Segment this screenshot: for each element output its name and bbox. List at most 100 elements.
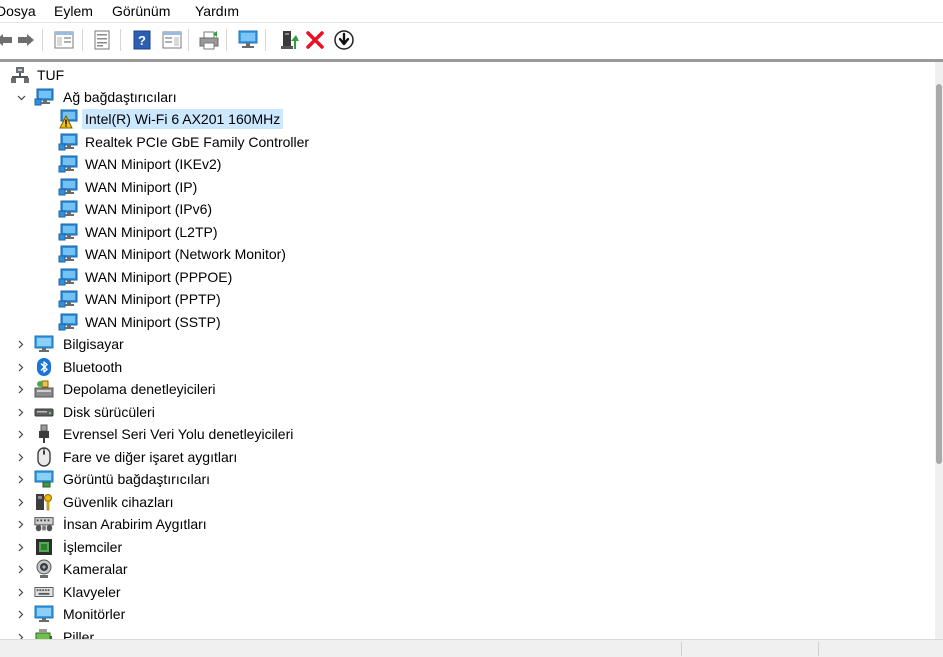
network-adapter-icon	[34, 87, 54, 107]
chevron-right-icon[interactable]	[16, 632, 26, 639]
category-network-adapters[interactable]: Ağ bağdaştırıcıları	[34, 86, 180, 108]
chevron-right-icon[interactable]	[16, 587, 26, 597]
device-wan-network-monitor[interactable]: WAN Miniport (Network Monitor)	[58, 243, 289, 265]
chevron-right-icon[interactable]	[16, 497, 26, 507]
category-label: Ağ bağdaştırıcıları	[63, 89, 177, 105]
uninstall-device-icon[interactable]	[303, 28, 327, 52]
category-usb-controllers[interactable]: Evrensel Seri Veri Yolu denetleyicileri	[34, 423, 296, 445]
hid-devices-icon	[34, 514, 54, 534]
category-storage-controllers[interactable]: Depolama denetleyicileri	[34, 378, 219, 400]
category-label: İşlemciler	[63, 539, 123, 555]
tree-root-tuf[interactable]: TUF	[10, 64, 67, 86]
webcam-icon	[34, 559, 54, 579]
chevron-right-icon[interactable]	[16, 452, 26, 462]
category-bluetooth[interactable]: Bluetooth	[34, 356, 125, 378]
vertical-scrollbar[interactable]	[935, 62, 943, 639]
chevron-right-icon[interactable]	[16, 609, 26, 619]
category-cameras[interactable]: Kameralar	[34, 558, 131, 580]
scan-hardware-icon[interactable]	[236, 28, 260, 52]
chevron-right-icon[interactable]	[16, 339, 26, 349]
category-keyboards[interactable]: Klavyeler	[34, 581, 124, 603]
action-pane-icon[interactable]	[160, 28, 184, 52]
print-icon[interactable]	[197, 28, 221, 52]
processor-chip-icon	[34, 537, 54, 557]
menu-action[interactable]: Eylem	[54, 1, 93, 21]
toolbar: ?	[0, 22, 943, 60]
category-label: Güvenlik cihazları	[63, 494, 174, 510]
chevron-right-icon[interactable]	[16, 564, 26, 574]
help-icon[interactable]: ?	[130, 28, 154, 52]
menu-file[interactable]: Dosya	[0, 1, 36, 21]
menu-bar: Dosya Eylem Görünüm Yardım	[0, 0, 943, 22]
category-label: Evrensel Seri Veri Yolu denetleyicileri	[63, 426, 294, 442]
category-label: Piller	[63, 629, 95, 639]
chevron-right-icon[interactable]	[16, 429, 26, 439]
network-adapter-icon	[58, 132, 78, 152]
category-monitors[interactable]: Monitörler	[34, 603, 128, 625]
chevron-down-icon[interactable]	[16, 93, 26, 103]
device-wan-pppoe[interactable]: WAN Miniport (PPPOE)	[58, 266, 235, 288]
category-batteries[interactable]: Piller	[34, 626, 97, 639]
category-processors[interactable]: İşlemciler	[34, 536, 125, 558]
network-adapter-icon	[58, 267, 78, 287]
device-label: Intel(R) Wi-Fi 6 AX201 160MHz	[82, 109, 284, 129]
chevron-right-icon[interactable]	[16, 519, 26, 529]
scrollbar-thumb[interactable]	[936, 84, 942, 464]
chevron-right-icon[interactable]	[16, 407, 26, 417]
svg-text:?: ?	[138, 33, 146, 48]
category-label: Görüntü bağdaştırıcıları	[63, 471, 211, 487]
network-adapter-warning-icon	[58, 109, 78, 129]
device-intel-wifi[interactable]: Intel(R) Wi-Fi 6 AX201 160MHz	[58, 108, 284, 130]
device-label: WAN Miniport (PPPOE)	[85, 269, 233, 285]
status-divider	[681, 642, 682, 656]
device-wan-l2tp[interactable]: WAN Miniport (L2TP)	[58, 221, 221, 243]
chevron-right-icon[interactable]	[16, 384, 26, 394]
category-mice[interactable]: Fare ve diğer işaret aygıtları	[34, 446, 240, 468]
chevron-right-icon[interactable]	[16, 542, 26, 552]
network-adapter-icon	[58, 154, 78, 174]
forward-icon[interactable]	[14, 28, 38, 52]
category-label: İnsan Arabirim Aygıtları	[63, 516, 207, 532]
chevron-right-icon[interactable]	[16, 362, 26, 372]
properties-icon[interactable]	[90, 28, 114, 52]
mouse-icon	[34, 447, 54, 467]
device-label: WAN Miniport (IP)	[85, 179, 198, 195]
menu-help[interactable]: Yardım	[195, 1, 239, 21]
network-adapter-icon	[58, 177, 78, 197]
update-driver-icon[interactable]	[277, 28, 301, 52]
network-adapter-icon	[58, 222, 78, 242]
device-wan-ipv6[interactable]: WAN Miniport (IPv6)	[58, 198, 215, 220]
status-divider	[818, 642, 819, 656]
device-wan-ikev2[interactable]: WAN Miniport (IKEv2)	[58, 153, 224, 175]
keyboard-icon	[34, 582, 54, 602]
category-label: Fare ve diğer işaret aygıtları	[63, 449, 238, 465]
disk-drive-icon	[34, 402, 54, 422]
network-adapter-icon	[58, 289, 78, 309]
device-label: WAN Miniport (SSTP)	[85, 314, 221, 330]
chevron-right-icon[interactable]	[16, 474, 26, 484]
network-adapter-icon	[58, 244, 78, 264]
menu-view[interactable]: Görünüm	[112, 1, 170, 21]
computer-root-icon	[10, 65, 30, 85]
device-realtek[interactable]: Realtek PCIe GbE Family Controller	[58, 131, 312, 153]
network-adapter-icon	[58, 199, 78, 219]
device-wan-ip[interactable]: WAN Miniport (IP)	[58, 176, 200, 198]
network-adapter-icon	[58, 312, 78, 332]
show-hide-console-tree-icon[interactable]	[52, 28, 76, 52]
category-disk-drives[interactable]: Disk sürücüleri	[34, 401, 158, 423]
category-hid[interactable]: İnsan Arabirim Aygıtları	[34, 513, 210, 535]
category-computer[interactable]: Bilgisayar	[34, 333, 127, 355]
device-label: WAN Miniport (IPv6)	[85, 201, 213, 217]
category-display-adapters[interactable]: Görüntü bağdaştırıcıları	[34, 468, 213, 490]
category-security-devices[interactable]: Güvenlik cihazları	[34, 491, 177, 513]
device-wan-pptp[interactable]: WAN Miniport (PPTP)	[58, 288, 224, 310]
disable-device-icon[interactable]	[332, 28, 356, 52]
category-label: Klavyeler	[63, 584, 121, 600]
device-tree[interactable]: TUF Ağ bağdaştırıcıları Intel(R) Wi-Fi 6…	[0, 62, 935, 639]
computer-monitor-icon	[34, 334, 54, 354]
monitor-icon	[34, 604, 54, 624]
device-label: WAN Miniport (Network Monitor)	[85, 246, 286, 262]
category-label: Disk sürücüleri	[63, 404, 155, 420]
device-wan-sstp[interactable]: WAN Miniport (SSTP)	[58, 311, 224, 333]
bluetooth-icon	[34, 357, 54, 377]
